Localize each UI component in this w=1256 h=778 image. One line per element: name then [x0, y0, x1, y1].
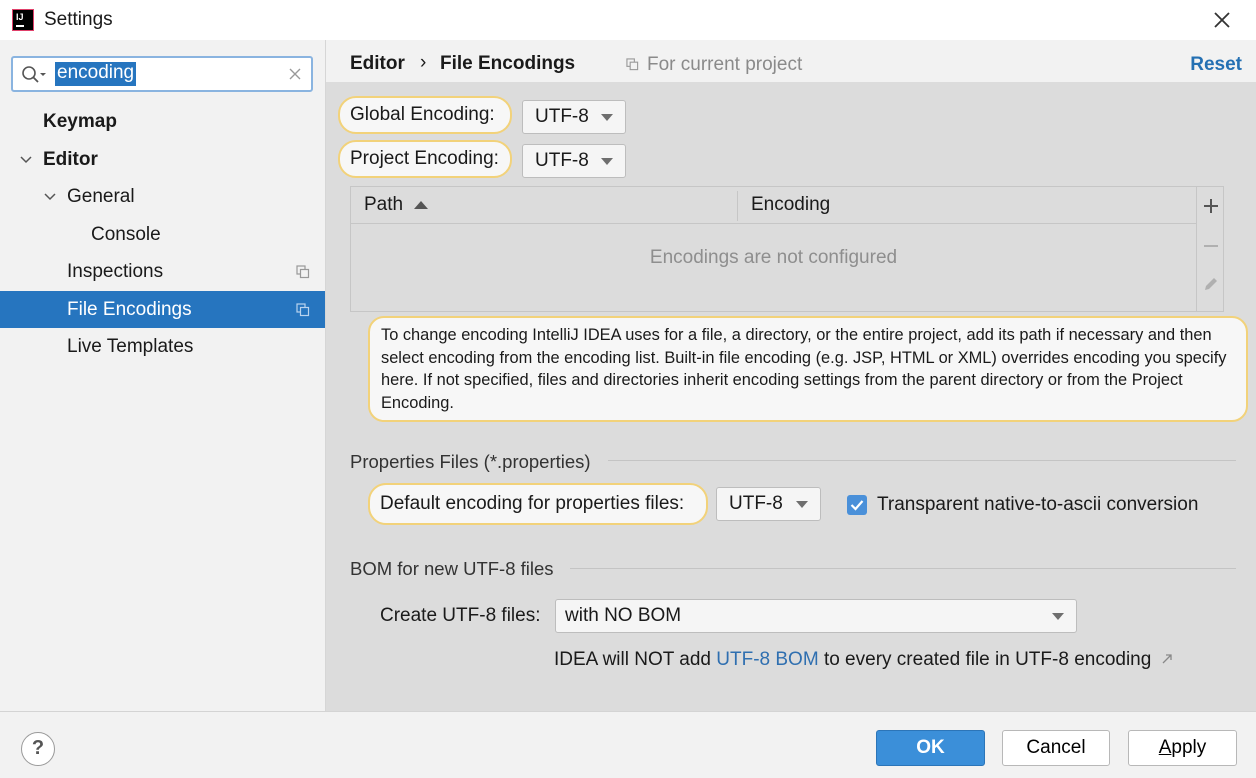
- sidebar-item-live-templates[interactable]: Live Templates: [0, 328, 325, 365]
- properties-encoding-combo[interactable]: UTF-8: [716, 487, 821, 521]
- intellij-app-icon: IJ: [12, 9, 34, 31]
- sidebar-item-label: Live Templates: [67, 336, 194, 357]
- dropdown-arrow-icon: [601, 158, 613, 165]
- search-icon[interactable]: [21, 65, 47, 85]
- clear-search-icon[interactable]: [287, 66, 303, 82]
- add-icon[interactable]: [1202, 197, 1220, 215]
- bom-note-prefix: IDEA will NOT add: [554, 649, 711, 670]
- apply-mnemonic: A: [1158, 737, 1172, 758]
- close-icon[interactable]: [1210, 8, 1234, 32]
- remove-icon[interactable]: [1202, 237, 1220, 255]
- dialog-footer: ? OK Cancel Apply: [0, 711, 1256, 778]
- sidebar-item-console[interactable]: Console: [0, 216, 325, 253]
- project-encoding-label: Project Encoding:: [338, 140, 512, 178]
- sidebar-item-keymap[interactable]: Keymap: [0, 103, 325, 140]
- table-toolbar: [1196, 187, 1224, 311]
- sidebar-item-label: Console: [91, 224, 161, 245]
- window-title: Settings: [44, 9, 113, 30]
- column-header-encoding[interactable]: Encoding: [751, 187, 830, 223]
- properties-encoding-value: UTF-8: [729, 493, 783, 514]
- sidebar-item-file-encodings[interactable]: File Encodings: [0, 291, 325, 328]
- help-button[interactable]: ?: [21, 732, 55, 766]
- chevron-down-icon[interactable]: [43, 190, 57, 204]
- sidebar-item-label: File Encodings: [67, 299, 192, 320]
- create-utf8-label: Create UTF-8 files:: [380, 605, 541, 626]
- sidebar-item-label: Editor: [43, 149, 98, 170]
- page-title: File Encodings: [440, 53, 576, 74]
- global-encoding-label: Global Encoding:: [338, 96, 512, 134]
- column-divider: [737, 191, 738, 221]
- bom-note-suffix: to every created file in UTF-8 encoding: [823, 649, 1152, 670]
- section-divider: [570, 568, 1236, 569]
- project-encoding-value: UTF-8: [535, 150, 589, 171]
- bom-note: IDEA will NOT add UTF-8 BOM to every cre…: [554, 649, 1173, 671]
- project-scope-icon: [626, 58, 639, 71]
- ok-button[interactable]: OK: [876, 730, 985, 766]
- sidebar-item-label: Inspections: [67, 261, 164, 282]
- settings-sidebar: encoding Keymap Editor General Console I…: [0, 40, 326, 711]
- dropdown-arrow-icon: [796, 501, 808, 508]
- sidebar-item-inspections[interactable]: Inspections: [0, 253, 325, 290]
- project-scope-icon: [296, 265, 310, 279]
- path-encoding-table[interactable]: Path Encoding Encodings are not configur…: [350, 186, 1224, 312]
- breadcrumb: Editor › File Encodings For current proj…: [326, 40, 1256, 82]
- global-encoding-combo[interactable]: UTF-8: [522, 100, 626, 134]
- native-to-ascii-label[interactable]: Transparent native-to-ascii conversion: [877, 494, 1198, 516]
- global-encoding-value: UTF-8: [535, 106, 589, 127]
- sidebar-item-general[interactable]: General: [0, 178, 325, 215]
- scope-label: For current project: [647, 54, 803, 75]
- breadcrumb-separator: ›: [420, 52, 427, 73]
- bom-section-title: BOM for new UTF-8 files: [350, 558, 554, 579]
- dropdown-arrow-icon: [1052, 613, 1064, 620]
- properties-section-title: Properties Files (*.properties): [350, 451, 591, 472]
- section-divider: [608, 460, 1236, 461]
- sort-ascending-icon: [414, 201, 428, 209]
- sidebar-item-label: Keymap: [43, 111, 117, 132]
- sidebar-item-editor[interactable]: Editor: [0, 141, 325, 178]
- default-properties-encoding-label: Default encoding for properties files:: [368, 483, 708, 525]
- reset-link[interactable]: Reset: [1190, 54, 1242, 76]
- column-header-path[interactable]: Path: [364, 187, 403, 223]
- title-bar: IJ Settings: [0, 0, 1256, 40]
- settings-content: Editor › File Encodings For current proj…: [326, 40, 1256, 711]
- project-encoding-combo[interactable]: UTF-8: [522, 144, 626, 178]
- search-box[interactable]: encoding: [11, 56, 313, 92]
- search-input[interactable]: encoding: [55, 62, 137, 86]
- table-header: Path Encoding: [351, 187, 1196, 224]
- breadcrumb-parent[interactable]: Editor: [350, 53, 405, 75]
- sidebar-item-label: General: [67, 186, 135, 207]
- project-scope-icon: [296, 303, 310, 317]
- edit-pencil-icon[interactable]: [1202, 275, 1220, 293]
- external-link-icon: [1162, 654, 1172, 664]
- chevron-down-icon[interactable]: [19, 153, 33, 167]
- checkmark-icon: [850, 500, 864, 511]
- create-utf8-value: with NO BOM: [565, 605, 682, 626]
- native-to-ascii-checkbox[interactable]: [847, 495, 867, 515]
- apply-label-rest: pply: [1171, 737, 1207, 758]
- dropdown-arrow-icon: [601, 114, 613, 121]
- empty-table-message: Encodings are not configured: [649, 247, 898, 268]
- utf8-bom-link[interactable]: UTF-8 BOM: [716, 649, 818, 670]
- encoding-help-tooltip: To change encoding IntelliJ IDEA uses fo…: [368, 316, 1248, 422]
- apply-button[interactable]: Apply: [1128, 730, 1237, 766]
- cancel-button[interactable]: Cancel: [1002, 730, 1110, 766]
- create-utf8-combo[interactable]: with NO BOM: [555, 599, 1077, 633]
